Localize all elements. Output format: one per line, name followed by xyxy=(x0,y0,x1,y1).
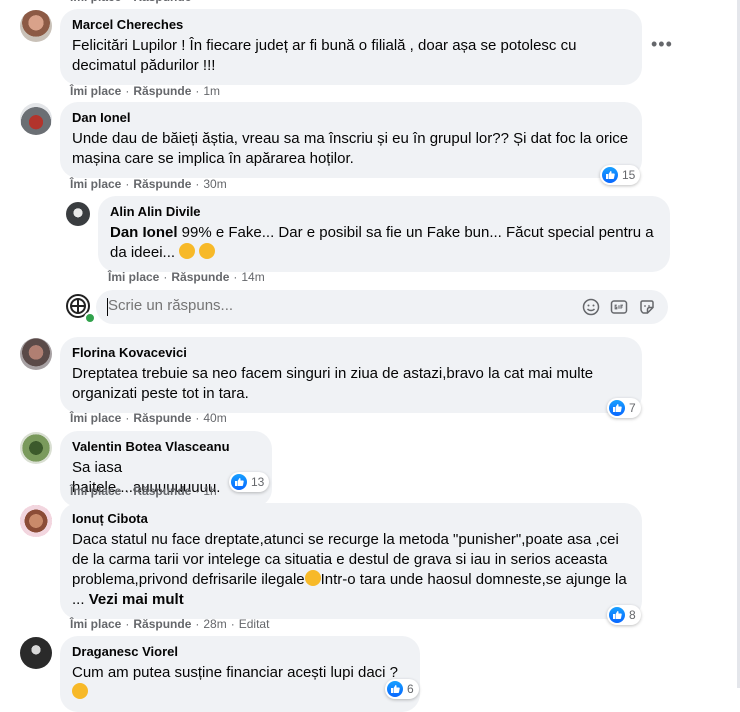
comment-author[interactable]: Marcel Chereches xyxy=(72,17,630,33)
comment-actions-previous: Îmi place·Răspunde xyxy=(70,0,191,5)
like-thumb-icon xyxy=(602,167,618,183)
comment-bubble: Ionuț Cibota Daca statul nu face dreptat… xyxy=(60,503,642,619)
reaction-count[interactable]: 8 xyxy=(607,605,641,625)
online-status-dot xyxy=(84,312,96,324)
like-action[interactable]: Îmi place xyxy=(70,177,121,191)
reaction-number: 15 xyxy=(622,168,636,182)
reply-input[interactable] xyxy=(108,297,528,314)
comment-actions: Îmi place · Răspunde · 40m xyxy=(70,411,227,425)
comment-timestamp[interactable]: 1h xyxy=(203,484,216,498)
like-action[interactable]: Îmi place xyxy=(70,484,121,498)
reply-action[interactable]: Răspunde xyxy=(133,84,191,98)
reaction-count[interactable]: 15 xyxy=(600,165,641,185)
emoji-icon[interactable] xyxy=(582,298,600,316)
edited-label: Editat xyxy=(238,617,270,631)
laughing-emoji-icon xyxy=(179,243,196,259)
avatar[interactable] xyxy=(66,202,90,226)
comment-bubble: Dan Ionel Unde dau de băieți ăștia, vrea… xyxy=(60,102,642,178)
comment-text: Cum am putea susține financiar acești lu… xyxy=(72,663,408,703)
reply-action[interactable]: Răspunde xyxy=(171,270,229,284)
comment-author[interactable]: Florina Kovacevici xyxy=(72,345,630,361)
avatar[interactable] xyxy=(20,637,52,669)
winking-emoji-icon xyxy=(304,570,321,586)
comment-actions: Îmi place · Răspunde · 1h xyxy=(70,484,217,498)
reaction-number: 13 xyxy=(251,475,265,489)
like-thumb-icon xyxy=(231,474,247,490)
mention-link[interactable]: Dan Ionel xyxy=(110,224,178,241)
gif-icon[interactable] xyxy=(610,298,628,316)
reply-timestamp[interactable]: 14m xyxy=(241,270,264,284)
like-action[interactable]: Îmi place xyxy=(70,617,121,631)
like-action[interactable]: Îmi place xyxy=(70,411,121,425)
reply-action[interactable]: Răspunde xyxy=(133,484,191,498)
avatar[interactable] xyxy=(20,505,52,537)
comment-text: Daca statul nu face dreptate,atunci se r… xyxy=(72,531,627,608)
see-more-link[interactable]: Vezi mai mult xyxy=(89,591,184,608)
comment-actions: Îmi place · Răspunde · 28m · Editat xyxy=(70,617,270,631)
comment-text: Felicitări Lupilor ! În fiecare județ ar… xyxy=(72,37,577,74)
reply-action[interactable]: Răspunde xyxy=(133,177,191,191)
like-action[interactable]: Îmi place xyxy=(70,84,121,98)
like-action[interactable]: Îmi place xyxy=(70,0,121,4)
reaction-number: 7 xyxy=(629,401,636,415)
comment-timestamp[interactable]: 28m xyxy=(203,617,226,631)
reaction-count[interactable]: 7 xyxy=(607,398,641,418)
reply-text: Dan Ionel 99% e Fake... Dar e posibil sa… xyxy=(110,224,654,261)
reply-action[interactable]: Răspunde xyxy=(133,0,191,4)
reply-actions: Îmi place · Răspunde · 14m xyxy=(108,270,265,284)
comment-author[interactable]: Dan Ionel xyxy=(72,110,630,126)
comment-timestamp[interactable]: 40m xyxy=(203,411,226,425)
reply-bubble: Alin Alin Divile Dan Ionel 99% e Fake...… xyxy=(98,196,670,272)
comment-actions: Îmi place · Răspunde · 30m xyxy=(70,177,227,191)
sweat-smile-emoji-icon xyxy=(72,683,88,699)
reply-action[interactable]: Răspunde xyxy=(133,617,191,631)
reply-action[interactable]: Răspunde xyxy=(133,411,191,425)
laughing-emoji-icon xyxy=(199,243,216,259)
more-options-icon[interactable]: ••• xyxy=(651,35,673,53)
reaction-number: 8 xyxy=(629,608,636,622)
reply-composer[interactable] xyxy=(96,290,668,324)
comment-timestamp[interactable]: 1m xyxy=(203,84,220,98)
like-thumb-icon xyxy=(609,400,625,416)
comment-bubble: Marcel Chereches Felicitări Lupilor ! În… xyxy=(60,9,642,85)
comment-author[interactable]: Valentin Botea Vlasceanu xyxy=(72,439,260,455)
comment-text: Dreptatea trebuie sa neo facem singuri i… xyxy=(72,365,594,402)
reaction-count[interactable]: 6 xyxy=(385,679,419,699)
reply-author[interactable]: Alin Alin Divile xyxy=(110,204,658,220)
avatar[interactable] xyxy=(20,432,52,464)
comment-text: Unde dau de băieți ăștia, vreau sa ma în… xyxy=(72,130,629,167)
like-thumb-icon xyxy=(609,607,625,623)
comment-timestamp[interactable]: 30m xyxy=(203,177,226,191)
comment-bubble: Draganesc Viorel Cum am putea susține fi… xyxy=(60,636,420,712)
avatar[interactable] xyxy=(20,338,52,370)
avatar[interactable] xyxy=(20,10,52,42)
comment-bubble: Florina Kovacevici Dreptatea trebuie sa … xyxy=(60,337,642,413)
reaction-number: 6 xyxy=(407,682,414,696)
like-thumb-icon xyxy=(387,681,403,697)
comment-author[interactable]: Draganesc Viorel xyxy=(72,644,408,660)
comment-author[interactable]: Ionuț Cibota xyxy=(72,511,630,527)
avatar[interactable] xyxy=(20,103,52,135)
reaction-count[interactable]: 13 xyxy=(229,472,270,492)
sticker-icon[interactable] xyxy=(638,298,656,316)
comment-actions: Îmi place · Răspunde · 1m xyxy=(70,84,221,98)
like-action[interactable]: Îmi place xyxy=(108,270,159,284)
